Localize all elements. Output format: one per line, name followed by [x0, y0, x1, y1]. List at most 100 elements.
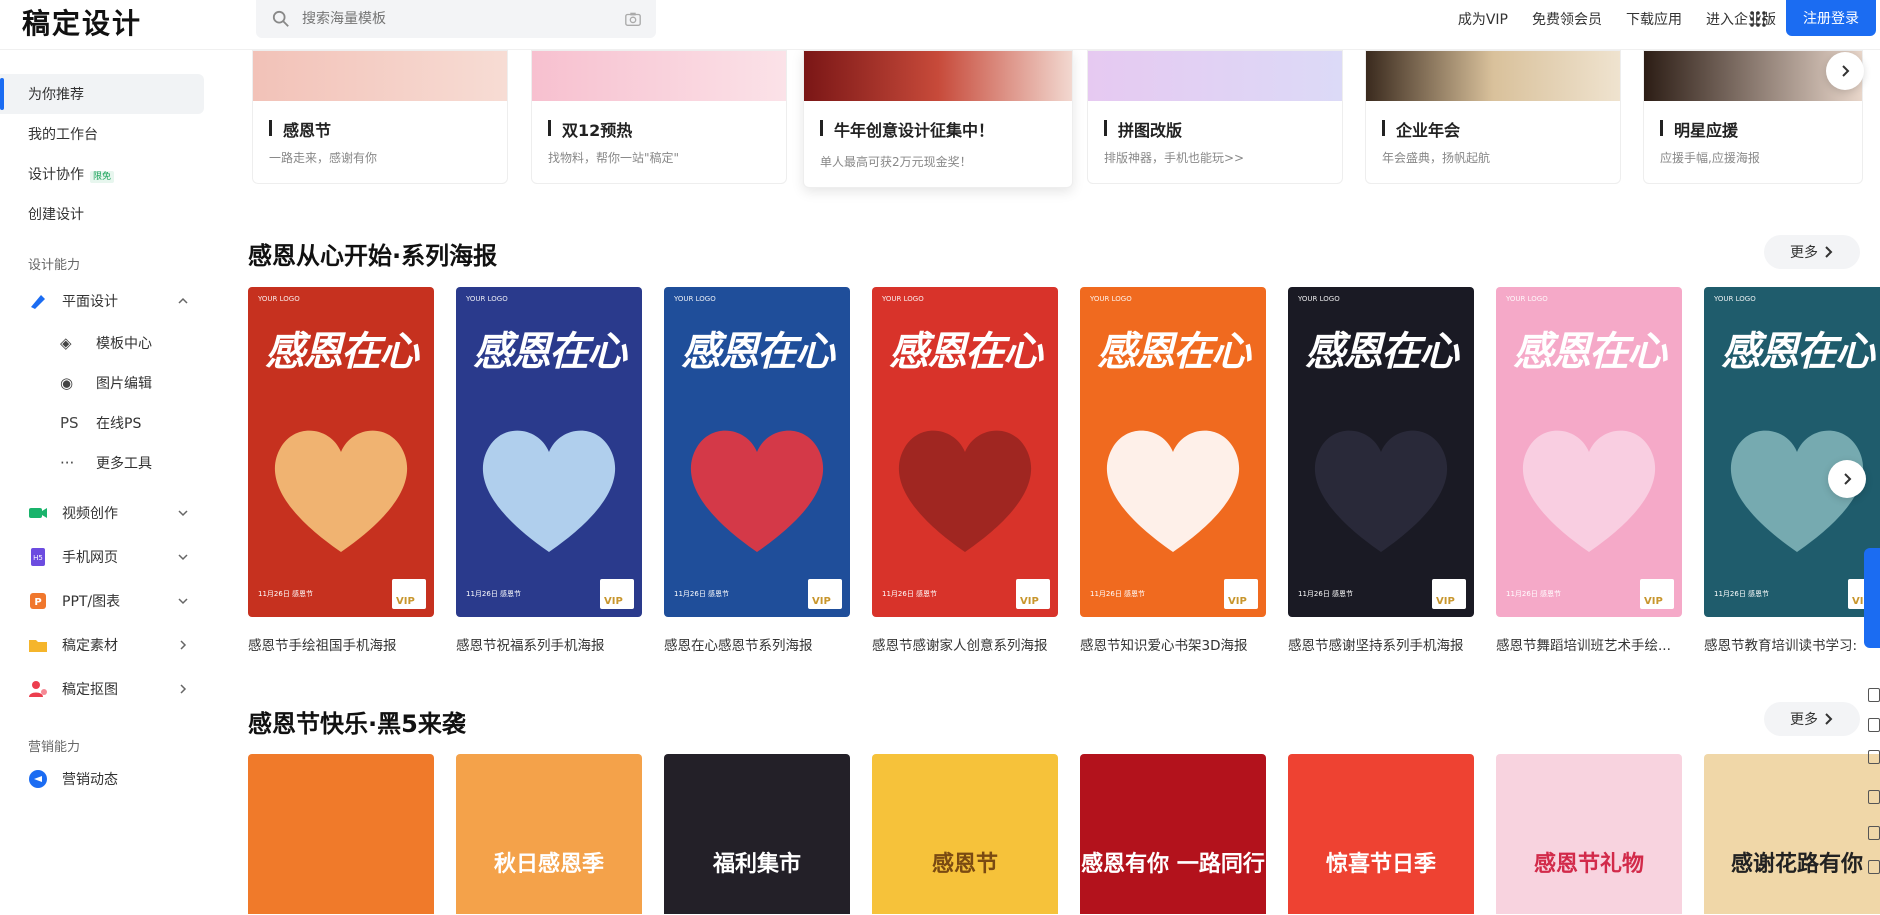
poster-date: 11月26日 感恩节	[882, 590, 938, 598]
banner-next-button[interactable]	[1826, 52, 1864, 90]
sidebar-item-workspace[interactable]: 我的工作台	[0, 114, 204, 154]
cutout-icon	[29, 681, 47, 697]
register-login-button[interactable]: 注册登录	[1786, 0, 1876, 36]
sidebar-item-collaboration[interactable]: 设计协作 限免	[0, 154, 204, 194]
category-h5[interactable]: H5 手机网页	[0, 538, 204, 576]
free-badge: 限免	[90, 171, 115, 183]
category-ppt[interactable]: P PPT/图表	[0, 582, 204, 620]
poster-card[interactable]: YOUR LOGO 感恩在心 11月26日 感恩节 VIP	[456, 287, 642, 617]
poster-title: 感恩在心	[681, 328, 835, 375]
vip-badge: VIP	[1016, 579, 1050, 609]
poster-card[interactable]: 感恩节礼物	[1496, 754, 1682, 914]
nav-vip-link[interactable]: 成为VIP	[1458, 10, 1508, 30]
banner-subtitle: 排版神器，手机也能玩>>	[1104, 151, 1245, 165]
tool-icon[interactable]	[1868, 790, 1880, 804]
category-assets[interactable]: 稿定素材	[0, 626, 204, 664]
tool-icon[interactable]	[1868, 688, 1880, 702]
poster-card[interactable]: YOUR LOGO 感恩在心 11月26日 感恩节 VIP	[1080, 287, 1266, 617]
chevron-down-icon	[178, 598, 188, 605]
poster-card[interactable]: 秋日感恩季	[456, 754, 642, 914]
poster-caption[interactable]: 感恩节感谢家人创意系列海报	[872, 634, 1058, 654]
poster-card[interactable]: 惊喜节日季	[1288, 754, 1474, 914]
banner-subtitle: 找物料，帮你一站"稿定"	[548, 151, 680, 165]
svg-text:H5: H5	[33, 554, 43, 562]
sub-item-label: 更多工具	[96, 456, 152, 472]
vip-badge: VIP	[1432, 579, 1466, 609]
carousel-next-button[interactable]	[1828, 460, 1866, 498]
category-cutout[interactable]: 稿定抠图	[0, 670, 204, 708]
tool-icon[interactable]	[1868, 750, 1880, 764]
poster-caption[interactable]: 感恩节感谢坚持系列手机海报	[1288, 634, 1474, 654]
search-box[interactable]	[256, 0, 656, 38]
section-title: 感恩节快乐·黑5来袭	[248, 710, 466, 738]
banner-card-double12[interactable]: 双12预热 找物料，帮你一站"稿定"	[531, 50, 787, 184]
category-label: 稿定抠图	[62, 682, 118, 698]
ps-icon: PS	[60, 414, 79, 432]
chevron-right-icon	[180, 640, 187, 650]
banner-card-collage[interactable]: 拼图改版 排版神器，手机也能玩>>	[1087, 50, 1343, 184]
banner-card-new-year-contest[interactable]: 牛年创意设计征集中！ 单人最高可获2万元现金奖！	[803, 50, 1073, 188]
category-marketing[interactable]: 营销动态	[0, 760, 204, 798]
search-input[interactable]	[302, 6, 602, 32]
section2-more-button[interactable]: 更多	[1764, 702, 1860, 736]
category-graphic-design[interactable]: 平面设计	[0, 282, 204, 320]
poster-date: 11月26日 感恩节	[674, 590, 730, 598]
banner-image	[1088, 51, 1342, 101]
apps-grid-icon[interactable]	[1748, 9, 1768, 29]
brand-logo[interactable]: 稿定设计	[22, 2, 142, 42]
poster-card[interactable]	[248, 754, 434, 914]
poster-card[interactable]: 感谢花路有你	[1704, 754, 1880, 914]
tool-icon[interactable]	[1868, 860, 1880, 874]
poster-logo: YOUR LOGO	[1714, 295, 1756, 303]
vip-badge: VIP	[1640, 579, 1674, 609]
feedback-tab[interactable]	[1864, 548, 1880, 648]
camera-icon[interactable]	[624, 10, 642, 28]
poster-card[interactable]: 感恩有你 一路同行	[1080, 754, 1266, 914]
category-label: 手机网页	[62, 550, 118, 566]
sidebar-item-label: 创建设计	[28, 207, 84, 223]
tool-icon[interactable]	[1868, 718, 1880, 732]
poster-caption[interactable]: 感恩节舞蹈培训班艺术手绘...	[1496, 634, 1682, 654]
poster-headline: 福利集市	[712, 852, 801, 877]
poster-title: 感恩在心	[1305, 328, 1459, 375]
poster-card[interactable]: 感恩节	[872, 754, 1058, 914]
vip-label: VIP	[1644, 596, 1663, 607]
nav-download-link[interactable]: 下载应用	[1626, 10, 1682, 30]
poster-card[interactable]: YOUR LOGO 感恩在心 11月26日 感恩节 VIP	[248, 287, 434, 617]
poster-title: 感恩在心	[1513, 328, 1667, 375]
banner-card-annual-party[interactable]: 企业年会 年会盛典，扬帆起航	[1365, 50, 1621, 184]
svg-text:P: P	[34, 597, 41, 608]
section-design-heading: 设计能力	[28, 258, 81, 273]
sub-item-more-tools[interactable]: ··· 更多工具	[0, 444, 204, 482]
poster-caption[interactable]: 感恩节手绘祖国手机海报	[248, 634, 434, 654]
poster-caption[interactable]: 感恩节祝福系列手机海报	[456, 634, 642, 654]
poster-card[interactable]: YOUR LOGO 感恩在心 11月26日 感恩节 VIP	[664, 287, 850, 617]
poster-card[interactable]: YOUR LOGO 感恩在心 11月26日 感恩节 VIP	[872, 287, 1058, 617]
chevron-right-icon	[1842, 65, 1850, 77]
chevron-down-icon	[178, 510, 188, 517]
sidebar-item-create[interactable]: 创建设计	[0, 194, 204, 234]
more-label: 更多	[1790, 245, 1818, 261]
poster-caption[interactable]: 感恩节知识爱心书架3D海报	[1080, 634, 1266, 654]
poster-card[interactable]: YOUR LOGO 感恩在心 11月26日 感恩节 VIP	[1496, 287, 1682, 617]
category-video[interactable]: 视频创作	[0, 494, 204, 532]
poster-logo: YOUR LOGO	[674, 295, 716, 303]
poster-card[interactable]: 福利集市	[664, 754, 850, 914]
heart-illustration	[898, 430, 1032, 552]
ppt-icon: P	[30, 593, 46, 609]
sub-item-online-ps[interactable]: PS 在线PS	[0, 404, 204, 442]
poster-card[interactable]: YOUR LOGO 感恩在心 11月26日 感恩节 VIP	[1288, 287, 1474, 617]
banner-card-thanksgiving[interactable]: 感恩节 一路走来，感谢有你	[252, 50, 508, 184]
section1-more-button[interactable]: 更多	[1764, 235, 1860, 269]
nav-free-member-link[interactable]: 免费领会员	[1532, 10, 1602, 30]
poster-card[interactable]: YOUR LOGO 感恩在心 11月26日 感恩节 VIP	[1704, 287, 1880, 617]
poster-caption[interactable]: 感恩节教育培训读书学习:	[1704, 634, 1880, 654]
vip-badge: VIP	[808, 579, 842, 609]
banner-title: 明星应援	[1660, 117, 1738, 141]
sidebar-item-recommend[interactable]: 为你推荐	[0, 74, 204, 114]
poster-caption[interactable]: 感恩在心感恩节系列海报	[664, 634, 850, 654]
sub-item-template-center[interactable]: ◈ 模板中心	[0, 324, 204, 362]
banner-title: 牛年创意设计征集中！	[820, 117, 994, 141]
tool-icon[interactable]	[1868, 826, 1880, 840]
sub-item-image-edit[interactable]: ◉ 图片编辑	[0, 364, 204, 402]
